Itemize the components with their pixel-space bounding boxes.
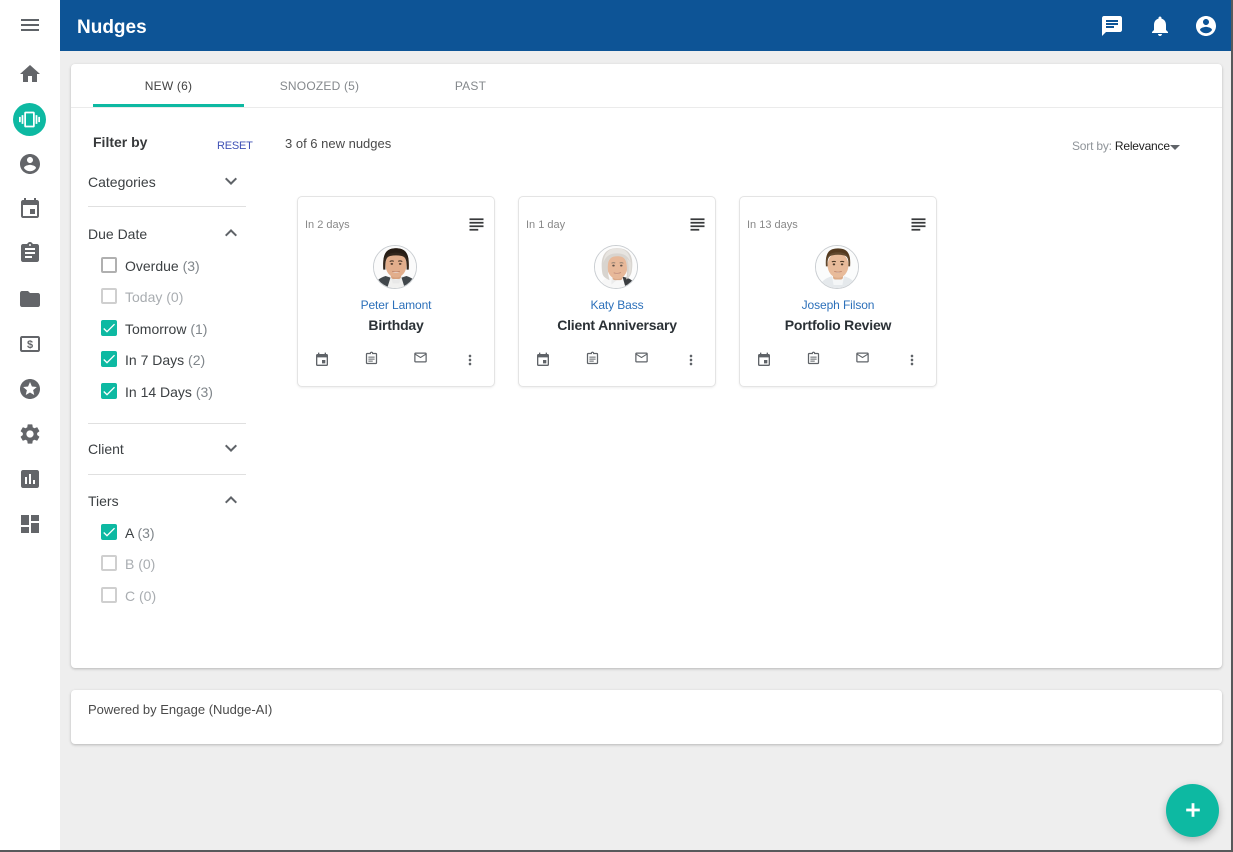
svg-text:$: $ xyxy=(27,339,33,351)
